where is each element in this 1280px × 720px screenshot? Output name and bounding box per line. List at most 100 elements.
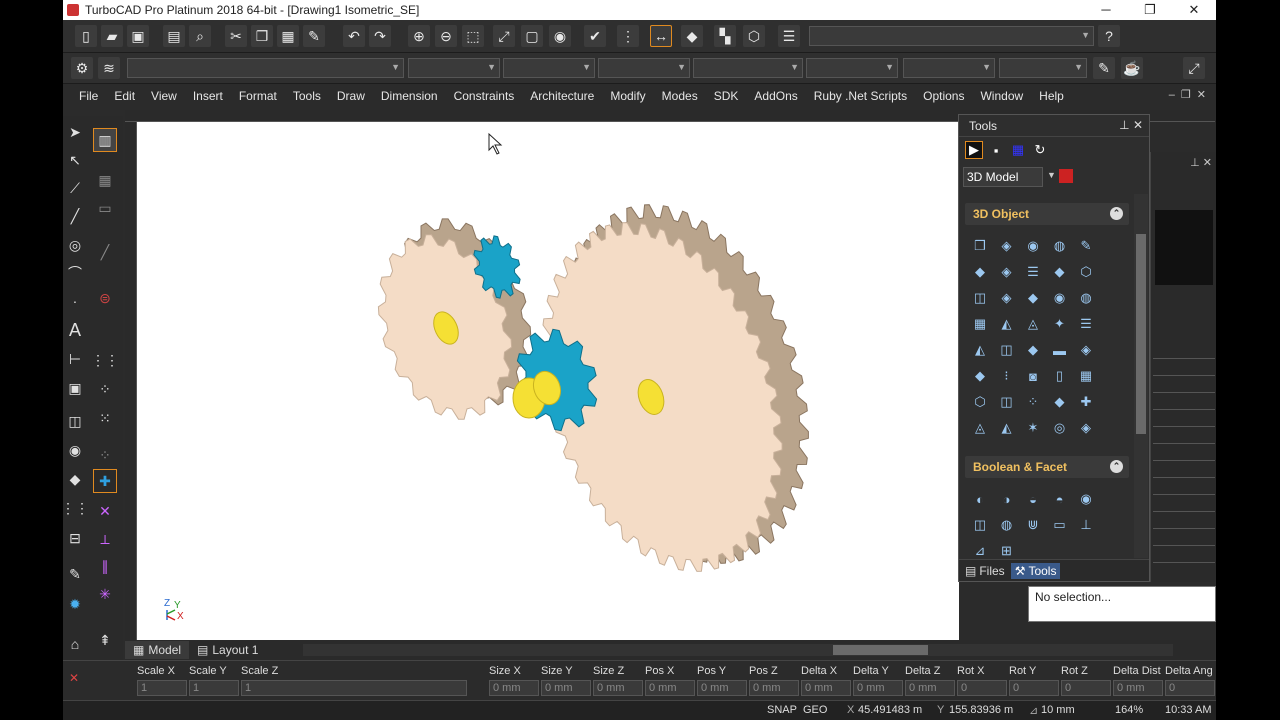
save-icon[interactable]: ▣: [127, 25, 149, 47]
menu-options[interactable]: Options: [915, 89, 972, 103]
3d-tool-icon[interactable]: ◬: [1024, 315, 1042, 333]
3d-tool-icon[interactable]: ◆: [971, 263, 989, 281]
boolean-tool-icon[interactable]: ⊿: [971, 542, 989, 560]
color-mode-icon[interactable]: ▦: [1009, 141, 1027, 159]
layer-icon[interactable]: ≋: [98, 57, 120, 79]
grid-icon[interactable]: ⋮: [617, 25, 639, 47]
3d-tool-icon[interactable]: ◈: [998, 263, 1016, 281]
mdi-controls[interactable]: –❐✕: [1169, 88, 1212, 101]
tab-tools[interactable]: ⚒ Tools: [1010, 562, 1061, 579]
inspector-field-input[interactable]: 0: [1165, 680, 1215, 696]
snap-mode-icon[interactable]: ▥: [93, 128, 117, 152]
panel-pin-close[interactable]: ⊥ ✕: [1119, 118, 1143, 132]
snap-intersection-icon[interactable]: ✚: [93, 469, 117, 493]
zoom-in-icon[interactable]: ⊕: [408, 25, 430, 47]
inspector-field-input[interactable]: 0 mm: [489, 680, 539, 696]
3d-tool-icon[interactable]: ▦: [971, 315, 989, 333]
pen-width-combo[interactable]: ▼: [598, 58, 690, 78]
eyedropper-icon[interactable]: ✎: [1093, 57, 1115, 79]
3d-tool-icon[interactable]: ◍: [1051, 237, 1069, 255]
boolean-tool-icon[interactable]: ▭: [1051, 516, 1069, 534]
3d-tool-icon[interactable]: ◈: [998, 237, 1016, 255]
brush-combo[interactable]: ▼: [693, 58, 803, 78]
menu-modes[interactable]: Modes: [654, 89, 706, 103]
menu-dimension[interactable]: Dimension: [373, 89, 446, 103]
snap-status[interactable]: SNAP: [767, 704, 797, 716]
snap-tangent-icon[interactable]: ✕: [93, 499, 117, 523]
3d-tool-icon[interactable]: ◎: [1051, 419, 1069, 437]
text-icon[interactable]: A: [63, 318, 87, 342]
3d-tool-icon[interactable]: ☰: [1024, 263, 1042, 281]
print-icon[interactable]: ▤: [163, 25, 185, 47]
snap-center-icon[interactable]: ╱: [93, 240, 117, 264]
redo-icon[interactable]: ↷: [369, 25, 391, 47]
arc-icon[interactable]: ⌒: [63, 261, 87, 285]
select-arrow-icon[interactable]: ➤: [63, 120, 87, 144]
snap-grid-icon[interactable]: ⋮⋮: [91, 348, 119, 372]
layer-combo[interactable]: ▼: [127, 58, 404, 78]
inspector-field-input[interactable]: 0 mm: [801, 680, 851, 696]
weight-combo[interactable]: ▼: [999, 58, 1087, 78]
open-folder-icon[interactable]: ▰: [101, 25, 123, 47]
hatch-icon[interactable]: ▣: [63, 376, 87, 400]
materials-icon[interactable]: ◆: [681, 25, 703, 47]
undo-icon[interactable]: ↶: [343, 25, 365, 47]
properties-icon[interactable]: ☰: [778, 25, 800, 47]
menu-help[interactable]: Help: [1031, 89, 1072, 103]
expand-icon[interactable]: ⤢: [1183, 57, 1205, 79]
refresh-mode-icon[interactable]: ↻: [1031, 141, 1049, 159]
boolean-tool-icon[interactable]: ⊞: [998, 542, 1016, 560]
3d-tool-icon[interactable]: ▦: [1077, 367, 1095, 385]
snap-grid-x2-icon[interactable]: ⁘: [93, 377, 117, 401]
gear-icon[interactable]: ⚙: [71, 57, 93, 79]
measure-ruler-icon[interactable]: ⊟: [63, 526, 87, 550]
menu-tools[interactable]: Tools: [285, 89, 329, 103]
horizontal-scrollbar[interactable]: [303, 644, 1173, 656]
new-file-icon[interactable]: ▯: [75, 25, 97, 47]
help-pointer-icon[interactable]: ?: [1098, 25, 1120, 47]
zoom-window-icon[interactable]: ⬚: [462, 25, 484, 47]
pencil-icon[interactable]: ✎: [63, 562, 87, 586]
rotate-icon[interactable]: ◉: [63, 438, 87, 462]
boolean-tool-icon[interactable]: ◓: [1051, 490, 1069, 508]
settings-gear-icon[interactable]: ✹: [63, 592, 87, 616]
menu-architecture[interactable]: Architecture: [522, 89, 602, 103]
menu-window[interactable]: Window: [972, 89, 1031, 103]
menu-insert[interactable]: Insert: [185, 89, 231, 103]
palette-combo[interactable]: 3D Model: [963, 167, 1043, 187]
3d-tool-icon[interactable]: ☰: [1077, 315, 1095, 333]
3d-tool-icon[interactable]: ◭: [971, 341, 989, 359]
3d-tool-icon[interactable]: ✚: [1077, 393, 1095, 411]
select-edit-icon[interactable]: ↖: [63, 148, 87, 172]
circle-icon[interactable]: ◎: [63, 233, 87, 257]
command-combo[interactable]: ▼: [809, 26, 1094, 46]
inspector-field-input[interactable]: 0 mm: [697, 680, 747, 696]
close-button[interactable]: ✕: [1172, 0, 1216, 20]
boolean-tool-icon[interactable]: ⊥: [1077, 516, 1095, 534]
3d-tool-icon[interactable]: ✶: [1024, 419, 1042, 437]
collapse-icon[interactable]: ⌃: [1110, 460, 1123, 473]
inspector-cancel-icon[interactable]: ✕: [69, 671, 79, 685]
tab-model[interactable]: ▦ Model: [125, 641, 190, 659]
boolean-tool-icon[interactable]: ◒: [1024, 490, 1042, 508]
line-icon[interactable]: ╱: [63, 204, 87, 228]
menu-format[interactable]: Format: [231, 89, 285, 103]
panel-scrollbar-thumb[interactable]: [1136, 234, 1146, 434]
boolean-tool-icon[interactable]: ◍: [998, 516, 1016, 534]
menu-view[interactable]: View: [143, 89, 185, 103]
inspector-field-input[interactable]: 1: [189, 680, 239, 696]
array-icon[interactable]: ⋮⋮: [63, 496, 89, 520]
3d-tool-icon[interactable]: ❒: [971, 237, 989, 255]
format-painter-icon[interactable]: ✎: [303, 25, 325, 47]
boolean-tool-icon[interactable]: ◐: [971, 490, 989, 508]
snap-vertex-icon[interactable]: ▦: [93, 168, 117, 192]
3d-tool-icon[interactable]: ⬡: [971, 393, 989, 411]
measure-icon[interactable]: ↔: [650, 25, 672, 47]
3d-icon[interactable]: ◫: [63, 409, 87, 433]
color-combo[interactable]: ▼: [408, 58, 500, 78]
3d-tool-icon[interactable]: ⁘: [1024, 393, 1042, 411]
library-icon[interactable]: ⌂: [63, 632, 87, 656]
step-value[interactable]: 10 mm: [1041, 704, 1075, 716]
menu-edit[interactable]: Edit: [106, 89, 143, 103]
3d-tool-icon[interactable]: ◈: [1077, 341, 1095, 359]
